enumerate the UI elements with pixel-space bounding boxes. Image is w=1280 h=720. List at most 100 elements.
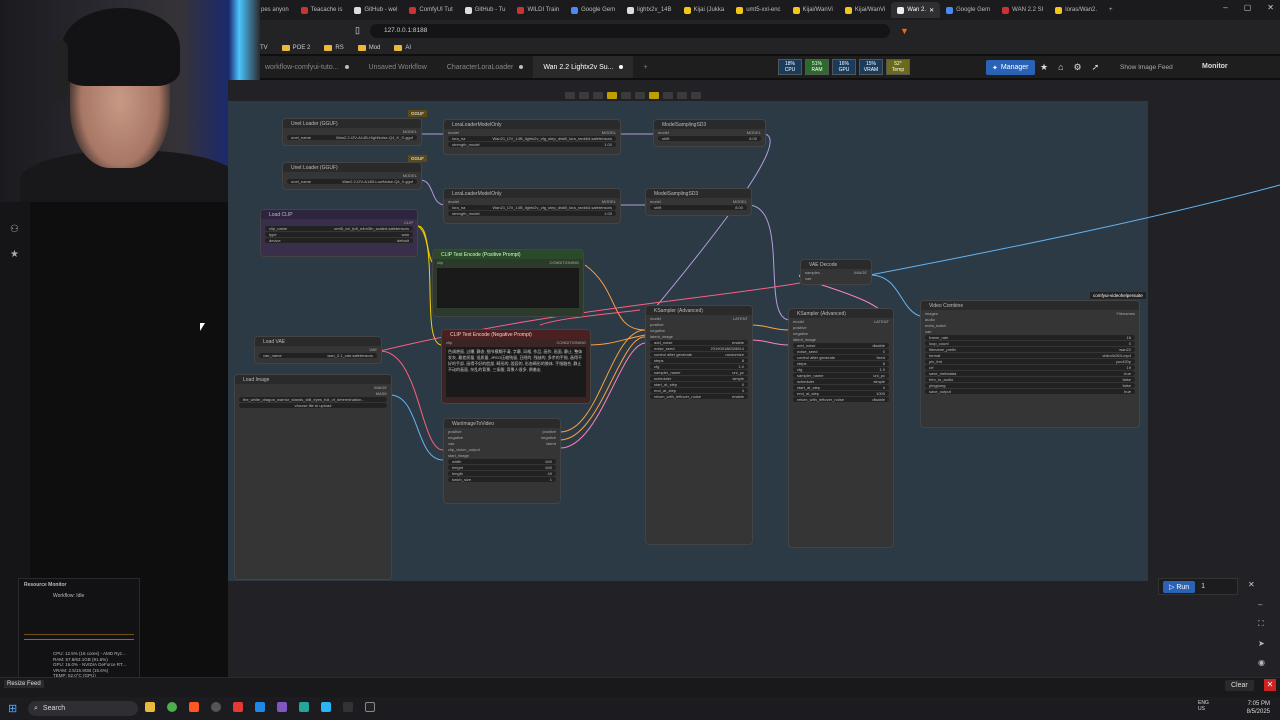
add-noise-widget[interactable]: add_noise enable — [650, 340, 748, 345]
image-file-widget[interactable]: the_white_dragon_warrior_stands_still_ey… — [239, 397, 387, 402]
close-feed-icon[interactable]: ✕ — [1264, 679, 1276, 691]
cfg-widget[interactable]: cfg 1.0 — [650, 364, 748, 369]
filename-prefix-widget[interactable]: filename_prefix wan22 — [925, 347, 1135, 352]
control-widget[interactable]: control after generate fixed — [793, 355, 889, 360]
brave-active-icon[interactable] — [233, 702, 243, 712]
edge-icon[interactable] — [321, 702, 331, 712]
clip-name-widget[interactable]: clip_name umt5_xxl_fp8_e4m3fn_scaled.safe… — [265, 226, 413, 231]
fit-view-icon[interactable]: ⛶ — [1258, 619, 1265, 629]
positive-prompt-node[interactable]: CLIP Text Encode (Positive Prompt) clip C… — [432, 249, 584, 317]
node-title: Load VAE — [263, 338, 286, 345]
start-step-widget[interactable]: start_at_step 4 — [793, 385, 889, 390]
clear-button[interactable]: Clear — [1225, 680, 1254, 691]
widget-value: Wan21_I2V_14B_lightx2v_cfg_step_distill_… — [492, 136, 612, 141]
save-metadata-widget[interactable]: save_metadata true — [925, 371, 1135, 376]
file-explorer-icon[interactable] — [145, 702, 155, 712]
steps-widget[interactable]: steps 8 — [793, 361, 889, 366]
type-widget[interactable]: type wan — [265, 232, 413, 237]
crf-widget[interactable]: crf 19 — [925, 365, 1135, 370]
prompt-textarea[interactable] — [437, 268, 579, 308]
strength-widget[interactable]: strength_model 1.00 — [448, 142, 616, 147]
lora-name-widget[interactable]: lora_na Wan21_I2V_14B_lightx2v_cfg_step_d… — [448, 205, 616, 210]
lora-loader-node-1[interactable]: LoraLoaderModelOnly model MODEL lora_na Wa… — [443, 119, 621, 155]
end-step-widget[interactable]: end_at_step 1000 — [793, 391, 889, 396]
loop-count-widget[interactable]: loop_count 0 — [925, 341, 1135, 346]
terminal-icon[interactable] — [343, 702, 353, 712]
shift-widget[interactable]: shift 8.00 — [650, 205, 747, 210]
sampler-widget[interactable]: sampler_name uni_pc — [793, 373, 889, 378]
load-image-node[interactable]: Load Image IMAGE MASK the_white_dragon_w… — [234, 374, 392, 580]
end-step-widget[interactable]: end_at_step 4 — [650, 388, 748, 393]
trim-audio-widget[interactable]: trim_to_audio false — [925, 377, 1135, 382]
unet-name-widget[interactable]: unet_name Wan2.2-I2V-A14B-HighNoise-Q4_K_… — [287, 135, 417, 140]
cfg-widget[interactable]: cfg 1.0 — [793, 367, 889, 372]
unet-loader-node-high[interactable]: Unet Loader (GGUF) MODEL unet_name Wan2.2… — [282, 118, 422, 146]
model-sampling-sd3-node-2[interactable]: ModelSamplingSD3 model MODEL shift 8.00 — [645, 188, 752, 216]
start-step-widget[interactable]: start_at_step 0 — [650, 382, 748, 387]
batch-widget[interactable]: batch_size 1 — [448, 477, 556, 482]
scheduler-widget[interactable]: scheduler simple — [650, 376, 748, 381]
height-widget[interactable]: height 640 — [448, 465, 556, 470]
widget-value: 1.00 — [604, 211, 612, 216]
app-icon[interactable] — [277, 702, 287, 712]
frame-rate-widget[interactable]: frame_rate 16 — [925, 335, 1135, 340]
zoom-out-icon[interactable]: – — [1258, 600, 1265, 609]
device-widget[interactable]: device default — [265, 238, 413, 243]
github-desktop-icon[interactable] — [211, 702, 221, 712]
seed-widget[interactable]: noise_seed 0 — [793, 349, 889, 354]
pingpong-widget[interactable]: pingpong false — [925, 383, 1135, 388]
width-widget[interactable]: width 640 — [448, 459, 556, 464]
close-icon[interactable]: ✕ — [1248, 580, 1255, 589]
output-label: CONDITIONING — [556, 339, 586, 345]
negative-textarea[interactable]: 色调艳丽, 过曝, 静态, 细节模糊不清, 字幕, 风格, 作品, 画作, 画面… — [446, 347, 586, 397]
pix-fmt-widget[interactable]: pix_fmt yuv420p — [925, 359, 1135, 364]
leftover-widget[interactable]: return_with_leftover_noise enable — [650, 394, 748, 399]
wan-image-to-video-node[interactable]: WanImageToVideo positive positive negativ… — [443, 418, 561, 504]
add-noise-widget[interactable]: add_noise disable — [793, 343, 889, 348]
ksampler-advanced-node-1[interactable]: KSampler (Advanced) model LATENT positive… — [645, 305, 753, 545]
app-icon[interactable] — [255, 702, 265, 712]
upload-button[interactable]: choose file to upload — [239, 403, 387, 408]
lang-text: ENG US — [1198, 700, 1209, 712]
chrome-icon[interactable] — [167, 702, 177, 712]
control-widget[interactable]: control after generate randomize — [650, 352, 748, 357]
windows-start-icon[interactable]: ⊞ — [8, 702, 17, 715]
eye-icon[interactable]: ◉ — [1258, 658, 1265, 667]
run-button[interactable]: ▷ Run — [1163, 580, 1196, 593]
load-vae-node[interactable]: Load VAE VAE vae_name wan_2.1_vae.safeten… — [254, 336, 382, 364]
save-output-widget[interactable]: save_output true — [925, 389, 1135, 394]
lora-name-widget[interactable]: lora_na Wan21_I2V_14B_lightx2v_cfg_step_d… — [448, 136, 616, 141]
strength-widget[interactable]: strength_model 1.00 — [448, 211, 616, 216]
unet-loader-node-low[interactable]: Unet Loader (GGUF) MODEL unet_name Wan2.2… — [282, 162, 422, 190]
format-widget[interactable]: format video/h264-mp4 — [925, 353, 1135, 358]
widget-value: 8 — [741, 358, 744, 363]
taskbar-search[interactable]: ⌕ Search — [28, 701, 138, 716]
shift-widget[interactable]: shift 8.00 — [658, 136, 761, 141]
steps-widget[interactable]: steps 8 — [650, 358, 748, 363]
lora-loader-node-2[interactable]: LoraLoaderModelOnly model MODEL lora_na Wa… — [443, 188, 621, 224]
scheduler-widget[interactable]: scheduler simple — [793, 379, 889, 384]
video-combine-node[interactable]: Video Combine images Filenames audio meta… — [920, 300, 1140, 428]
brave-icon[interactable] — [189, 702, 199, 712]
run-count-input[interactable]: 1 — [1201, 583, 1205, 590]
resize-feed-button[interactable]: Resize Feed — [4, 680, 44, 688]
widget-value: Wan2.2-I2V-A14B-LowNoise-Q4_0.gguf — [342, 179, 413, 184]
vae-name-widget[interactable]: vae_name wan_2.1_vae.safetensors — [259, 353, 377, 358]
pointer-icon[interactable]: ➤ — [1258, 639, 1265, 648]
language-indicator[interactable]: ENG US — [1198, 700, 1212, 712]
vae-decode-node[interactable]: VAE Decode samples IMAGE vae — [800, 259, 872, 285]
unet-name-widget[interactable]: unet_name Wan2.2-I2V-A14B-LowNoise-Q4_0.g… — [287, 179, 417, 184]
sampler-widget[interactable]: sampler_name uni_pc — [650, 370, 748, 375]
ksampler-advanced-node-2[interactable]: KSampler (Advanced) model LATENT positive… — [788, 308, 894, 548]
length-widget[interactable]: length 49 — [448, 471, 556, 476]
model-sampling-sd3-node-1[interactable]: ModelSamplingSD3 model MODEL shift 8.00 — [653, 119, 766, 147]
node-title: VAE Decode — [809, 261, 838, 268]
clock[interactable]: 7:05 PM 8/5/2025 — [1247, 700, 1270, 716]
app-icon[interactable] — [365, 702, 375, 712]
load-clip-node[interactable]: Load CLIP CLIP clip_name umt5_xxl_fp8_e4m… — [260, 209, 418, 257]
app-icon[interactable] — [299, 702, 309, 712]
seed-widget[interactable]: noise_seed 231900188328614 — [650, 346, 748, 351]
leftover-widget[interactable]: return_with_leftover_noise disable — [793, 397, 889, 402]
negative-prompt-node[interactable]: CLIP Text Encode (Negative Prompt) clip C… — [441, 329, 591, 404]
output-label: VAE — [369, 346, 377, 352]
